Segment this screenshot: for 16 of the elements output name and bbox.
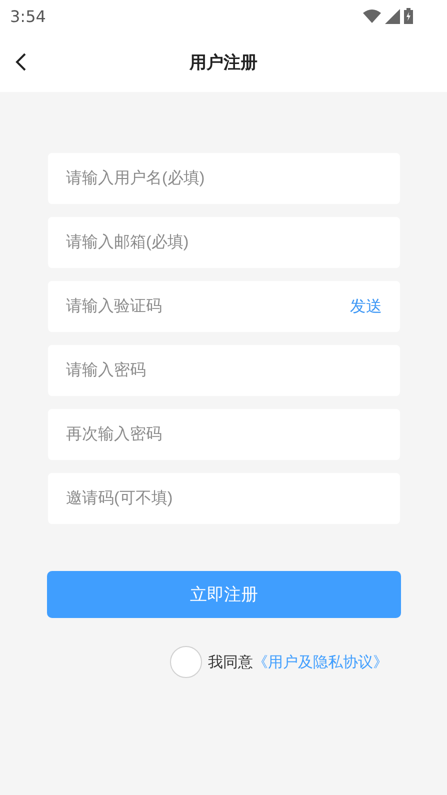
send-code-button[interactable]: 发送 xyxy=(350,296,382,317)
battery-icon xyxy=(404,8,413,24)
status-time: 3:54 xyxy=(10,6,46,26)
input-field[interactable]: 请输入邮箱(必填) xyxy=(48,217,400,268)
input-field[interactable]: 请输入用户名(必填) xyxy=(48,153,400,204)
agreement-link[interactable]: 《用户及隐私协议》 xyxy=(253,652,388,670)
agreement-text: 我同意《用户及隐私协议》 xyxy=(208,652,388,672)
page-title: 用户注册 xyxy=(190,52,258,74)
input-field[interactable]: 请输入密码 xyxy=(48,345,400,396)
signal-icon xyxy=(385,8,400,24)
agree-checkbox[interactable] xyxy=(170,646,202,678)
register-button[interactable]: 立即注册 xyxy=(47,571,401,618)
wifi-icon xyxy=(363,9,381,23)
input-field[interactable]: 再次输入密码 xyxy=(48,409,400,460)
input-field[interactable]: 邀请码(可不填) xyxy=(48,473,400,524)
back-icon xyxy=(14,52,28,72)
